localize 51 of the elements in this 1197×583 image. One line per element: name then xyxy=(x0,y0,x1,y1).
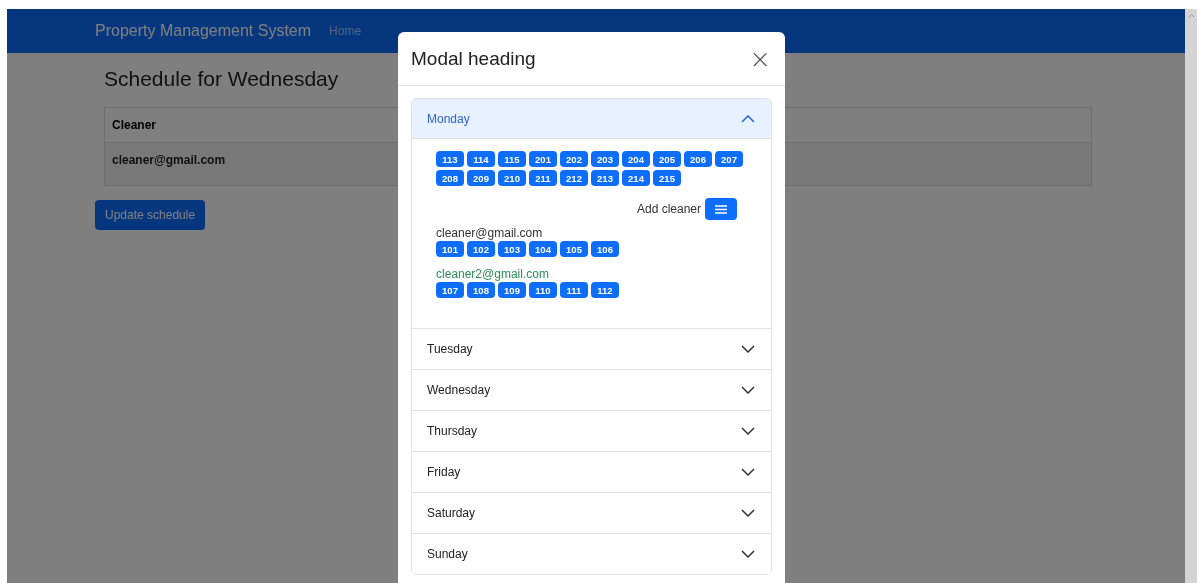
chevron-down-icon xyxy=(741,550,755,558)
add-cleaner-button[interactable] xyxy=(705,198,737,220)
room-badge[interactable]: 103 xyxy=(498,241,526,257)
room-badge[interactable]: 115 xyxy=(498,151,526,167)
room-badge[interactable]: 203 xyxy=(591,151,619,167)
room-badge[interactable]: 211 xyxy=(529,170,557,186)
room-badge[interactable]: 202 xyxy=(560,151,588,167)
modal-title: Modal heading xyxy=(411,47,536,70)
chevron-down-icon xyxy=(741,386,755,394)
room-badge[interactable]: 210 xyxy=(498,170,526,186)
room-badge[interactable]: 104 xyxy=(529,241,557,257)
cleaner-email: cleaner2@gmail.com xyxy=(436,267,550,281)
chevron-down-icon xyxy=(741,468,755,476)
chevron-down-icon xyxy=(741,509,755,517)
room-badge[interactable]: 204 xyxy=(622,151,650,167)
scroll-up-icon[interactable] xyxy=(1187,13,1195,18)
room-badge[interactable]: 111 xyxy=(560,282,588,298)
room-badge[interactable]: 113 xyxy=(436,151,464,167)
menu-icon xyxy=(715,204,727,214)
update-schedule-button[interactable]: Update schedule xyxy=(95,200,206,230)
room-badge[interactable]: 215 xyxy=(653,170,681,186)
room-badge[interactable]: 212 xyxy=(560,170,588,186)
room-badge[interactable]: 208 xyxy=(436,170,464,186)
room-badge[interactable]: 213 xyxy=(591,170,619,186)
page-title: Schedule for Wednesday xyxy=(104,67,339,91)
room-badge[interactable]: 114 xyxy=(467,151,495,167)
room-badge[interactable]: 102 xyxy=(467,241,495,257)
room-badge[interactable]: 206 xyxy=(684,151,712,167)
close-button[interactable]: × xyxy=(745,45,775,72)
scrollbar[interactable] xyxy=(1185,9,1197,583)
table-cell-text: cleaner@gmail.com xyxy=(111,152,227,169)
brand-link[interactable]: Property Management System xyxy=(95,22,312,40)
accordion-header[interactable]: Monday xyxy=(412,99,771,139)
room-badge[interactable]: 105 xyxy=(560,241,588,257)
add-cleaner-label: Add cleaner xyxy=(636,202,701,216)
room-badge[interactable]: 207 xyxy=(715,151,743,167)
chevron-down-icon xyxy=(741,345,755,353)
cleaner-email: cleaner@gmail.com xyxy=(436,226,544,240)
room-badge[interactable]: 106 xyxy=(591,241,619,257)
room-badge[interactable]: 101 xyxy=(436,241,464,257)
chevron-down-icon xyxy=(741,427,755,435)
room-badge[interactable]: 209 xyxy=(467,170,495,186)
room-badge[interactable]: 201 xyxy=(529,151,557,167)
chevron-up-icon xyxy=(741,114,755,123)
room-badge[interactable]: 214 xyxy=(622,170,650,186)
room-badge[interactable]: 107 xyxy=(436,282,464,298)
room-badge[interactable]: 205 xyxy=(653,151,681,167)
room-badge[interactable]: 108 xyxy=(467,282,495,298)
room-badge[interactable]: 110 xyxy=(529,282,557,298)
room-badge[interactable]: 112 xyxy=(591,282,619,298)
room-badge[interactable]: 109 xyxy=(498,282,526,298)
